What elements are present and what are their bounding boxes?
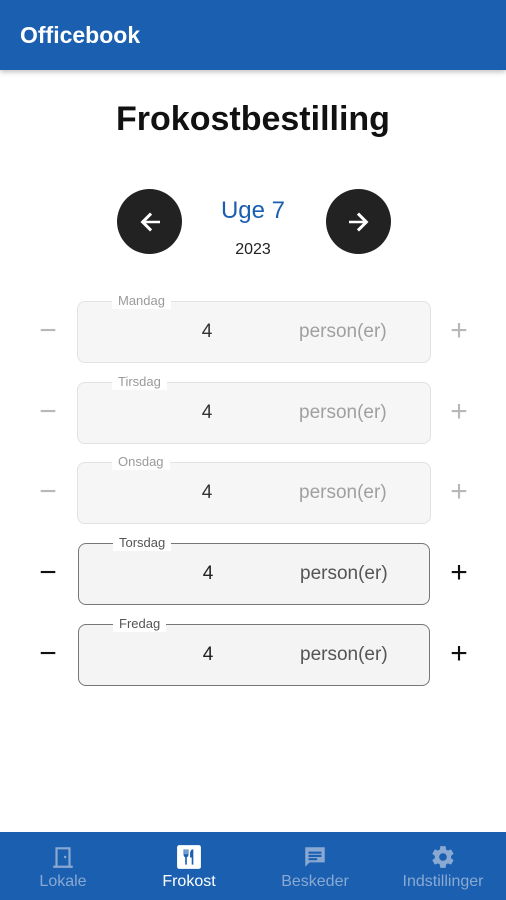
day-label: Onsdag	[112, 454, 170, 470]
day-row-fredag: − Fredag 4 person(er) +	[0, 616, 506, 688]
day-field[interactable]: Mandag 4 person(er)	[77, 293, 431, 363]
day-value: 4	[201, 321, 213, 342]
arrow-left-icon	[140, 212, 160, 231]
day-field[interactable]: Torsdag 4 person(er)	[78, 535, 430, 605]
day-value: 4	[201, 402, 213, 423]
nav-item-frokost[interactable]: Frokost	[126, 832, 252, 900]
day-unit: person(er)	[299, 402, 387, 423]
bottom-navigation: Lokale Frokost Beskeder Indstillinger	[0, 832, 506, 900]
gear-icon	[430, 844, 456, 870]
increase-button[interactable]: +	[441, 394, 477, 430]
nav-label: Beskeder	[281, 873, 349, 890]
nav-label: Lokale	[39, 873, 87, 890]
cutlery-icon	[176, 844, 202, 870]
message-icon	[302, 844, 328, 870]
increase-button[interactable]: +	[441, 636, 477, 672]
decrease-button[interactable]: −	[30, 555, 66, 591]
day-field[interactable]: Fredag 4 person(er)	[78, 616, 430, 686]
year-label: 2023	[235, 241, 271, 258]
day-value: 4	[202, 644, 214, 665]
day-row-torsdag: − Torsdag 4 person(er) +	[0, 535, 506, 607]
day-row-onsdag: − Onsdag 4 person(er) +	[0, 454, 506, 526]
day-unit: person(er)	[300, 563, 388, 584]
increase-button[interactable]: +	[441, 555, 477, 591]
nav-item-beskeder[interactable]: Beskeder	[252, 832, 378, 900]
decrease-button[interactable]: −	[30, 394, 66, 430]
app-title: Officebook	[20, 22, 141, 48]
week-label: Uge 7	[220, 197, 286, 224]
nav-item-lokale[interactable]: Lokale	[0, 832, 126, 900]
decrease-button[interactable]: −	[30, 474, 66, 510]
day-unit: person(er)	[299, 321, 387, 342]
day-value: 4	[202, 563, 214, 584]
day-field[interactable]: Tirsdag 4 person(er)	[77, 374, 431, 444]
next-week-button[interactable]	[326, 189, 391, 254]
nav-label: Frokost	[162, 873, 216, 890]
day-field[interactable]: Onsdag 4 person(er)	[77, 454, 431, 524]
page-title: Frokostbestilling	[116, 100, 390, 138]
door-icon	[50, 844, 76, 870]
nav-label: Indstillinger	[402, 873, 484, 890]
day-row-mandag: − Mandag 4 person(er) +	[0, 293, 506, 365]
day-value: 4	[201, 482, 213, 503]
previous-week-button[interactable]	[117, 189, 182, 254]
decrease-button[interactable]: −	[30, 313, 66, 349]
day-unit: person(er)	[299, 482, 387, 503]
decrease-button[interactable]: −	[30, 636, 66, 672]
increase-button[interactable]: +	[441, 474, 477, 510]
day-unit: person(er)	[300, 644, 388, 665]
day-label: Torsdag	[113, 535, 172, 551]
day-label: Mandag	[112, 293, 171, 309]
app-bar: Officebook	[0, 0, 506, 70]
arrow-right-icon	[348, 212, 368, 231]
increase-button[interactable]: +	[441, 313, 477, 349]
day-row-tirsdag: − Tirsdag 4 person(er) +	[0, 374, 506, 446]
nav-item-indstillinger[interactable]: Indstillinger	[380, 832, 506, 900]
day-label: Tirsdag	[112, 374, 167, 390]
day-label: Fredag	[113, 616, 167, 632]
